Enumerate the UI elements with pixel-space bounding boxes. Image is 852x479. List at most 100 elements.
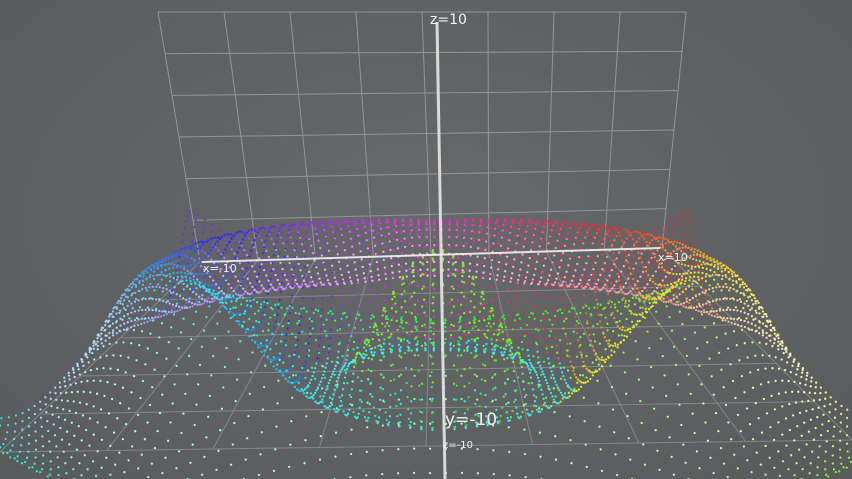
surface-point xyxy=(552,401,555,404)
surface-point xyxy=(596,306,599,309)
surface-point xyxy=(516,376,520,379)
surface-point xyxy=(234,275,237,278)
surface-point xyxy=(613,342,617,345)
surface-point xyxy=(131,292,134,295)
surface-point xyxy=(27,450,30,453)
surface-point xyxy=(366,301,370,304)
surface-point xyxy=(750,315,754,318)
surface-point xyxy=(655,291,658,294)
surface-point xyxy=(689,226,693,229)
surface-point xyxy=(392,378,396,381)
surface-point xyxy=(140,271,144,274)
surface-point xyxy=(627,437,630,440)
surface-point xyxy=(348,230,351,233)
surface-point xyxy=(269,277,272,281)
surface-point xyxy=(592,349,596,352)
surface-point xyxy=(219,255,223,259)
surface-point xyxy=(521,359,524,362)
surface-point xyxy=(27,408,30,411)
surface-point xyxy=(302,279,306,282)
surface-point xyxy=(269,316,272,319)
surface-point xyxy=(319,281,323,284)
surface-point xyxy=(267,329,270,332)
surface-point xyxy=(360,400,363,404)
surface-point xyxy=(625,237,628,240)
surface-point xyxy=(398,350,402,353)
surface-point xyxy=(654,270,657,273)
surface-point xyxy=(100,328,103,332)
surface-point xyxy=(687,373,690,376)
surface-point xyxy=(344,371,348,374)
surface-point xyxy=(287,228,291,232)
surface-point xyxy=(429,326,432,329)
surface-point xyxy=(656,449,659,452)
surface-point xyxy=(833,425,836,428)
surface-point xyxy=(420,364,424,367)
surface-point xyxy=(343,249,347,252)
surface-point xyxy=(545,282,549,285)
surface-point xyxy=(518,356,522,359)
surface-point xyxy=(300,307,303,310)
surface-point xyxy=(353,261,356,264)
surface-point xyxy=(351,404,354,407)
surface-point xyxy=(648,346,651,350)
surface-point xyxy=(400,331,403,334)
surface-point xyxy=(332,408,336,411)
surface-point xyxy=(807,399,810,403)
surface-point xyxy=(78,462,81,465)
surface-point xyxy=(122,307,126,310)
surface-point xyxy=(331,271,335,274)
surface-point xyxy=(321,297,324,300)
surface-point xyxy=(523,428,526,431)
surface-point xyxy=(444,319,447,322)
surface-point xyxy=(38,400,42,403)
surface-point xyxy=(297,227,300,230)
surface-point xyxy=(222,292,225,295)
surface-point xyxy=(568,355,571,358)
surface-point xyxy=(808,391,811,394)
surface-point xyxy=(507,325,510,328)
surface-point xyxy=(347,224,350,228)
surface-point xyxy=(133,310,137,313)
surface-point xyxy=(398,348,401,351)
surface-point xyxy=(534,370,537,374)
surface-point xyxy=(104,339,107,342)
surface-point xyxy=(285,307,289,310)
surface-point xyxy=(108,331,111,335)
surface-point xyxy=(568,310,571,313)
surface-point xyxy=(291,284,294,288)
surface-point xyxy=(346,365,350,368)
surface-point xyxy=(405,331,409,334)
surface-point xyxy=(548,334,551,337)
surface-point xyxy=(289,381,292,384)
surface-plot-canvas[interactable]: z=10 z=-10 x=-10 x=10 y=-10 xyxy=(0,0,852,479)
surface-point xyxy=(497,232,500,235)
3d-viewport[interactable]: z=10 z=-10 x=-10 x=10 y=-10 xyxy=(0,0,852,479)
surface-point xyxy=(481,290,484,293)
surface-point xyxy=(305,415,308,418)
surface-point xyxy=(158,298,161,301)
surface-point xyxy=(64,385,67,388)
surface-point xyxy=(273,247,277,250)
surface-point xyxy=(743,319,746,323)
surface-point xyxy=(772,438,776,442)
surface-point xyxy=(817,456,820,459)
surface-point xyxy=(419,274,422,277)
surface-point xyxy=(525,323,529,327)
surface-point xyxy=(325,362,328,365)
surface-point xyxy=(670,286,673,289)
surface-point xyxy=(768,354,771,357)
surface-point xyxy=(351,230,354,234)
surface-point xyxy=(311,327,314,330)
surface-point xyxy=(814,426,817,430)
surface-point xyxy=(142,272,146,276)
surface-point xyxy=(56,406,59,409)
surface-point xyxy=(846,450,849,453)
surface-point xyxy=(138,344,141,347)
surface-point xyxy=(615,234,618,238)
surface-point xyxy=(405,381,408,385)
surface-point xyxy=(521,253,524,256)
surface-point xyxy=(554,458,558,461)
surface-point xyxy=(323,242,327,245)
surface-point xyxy=(305,355,308,358)
